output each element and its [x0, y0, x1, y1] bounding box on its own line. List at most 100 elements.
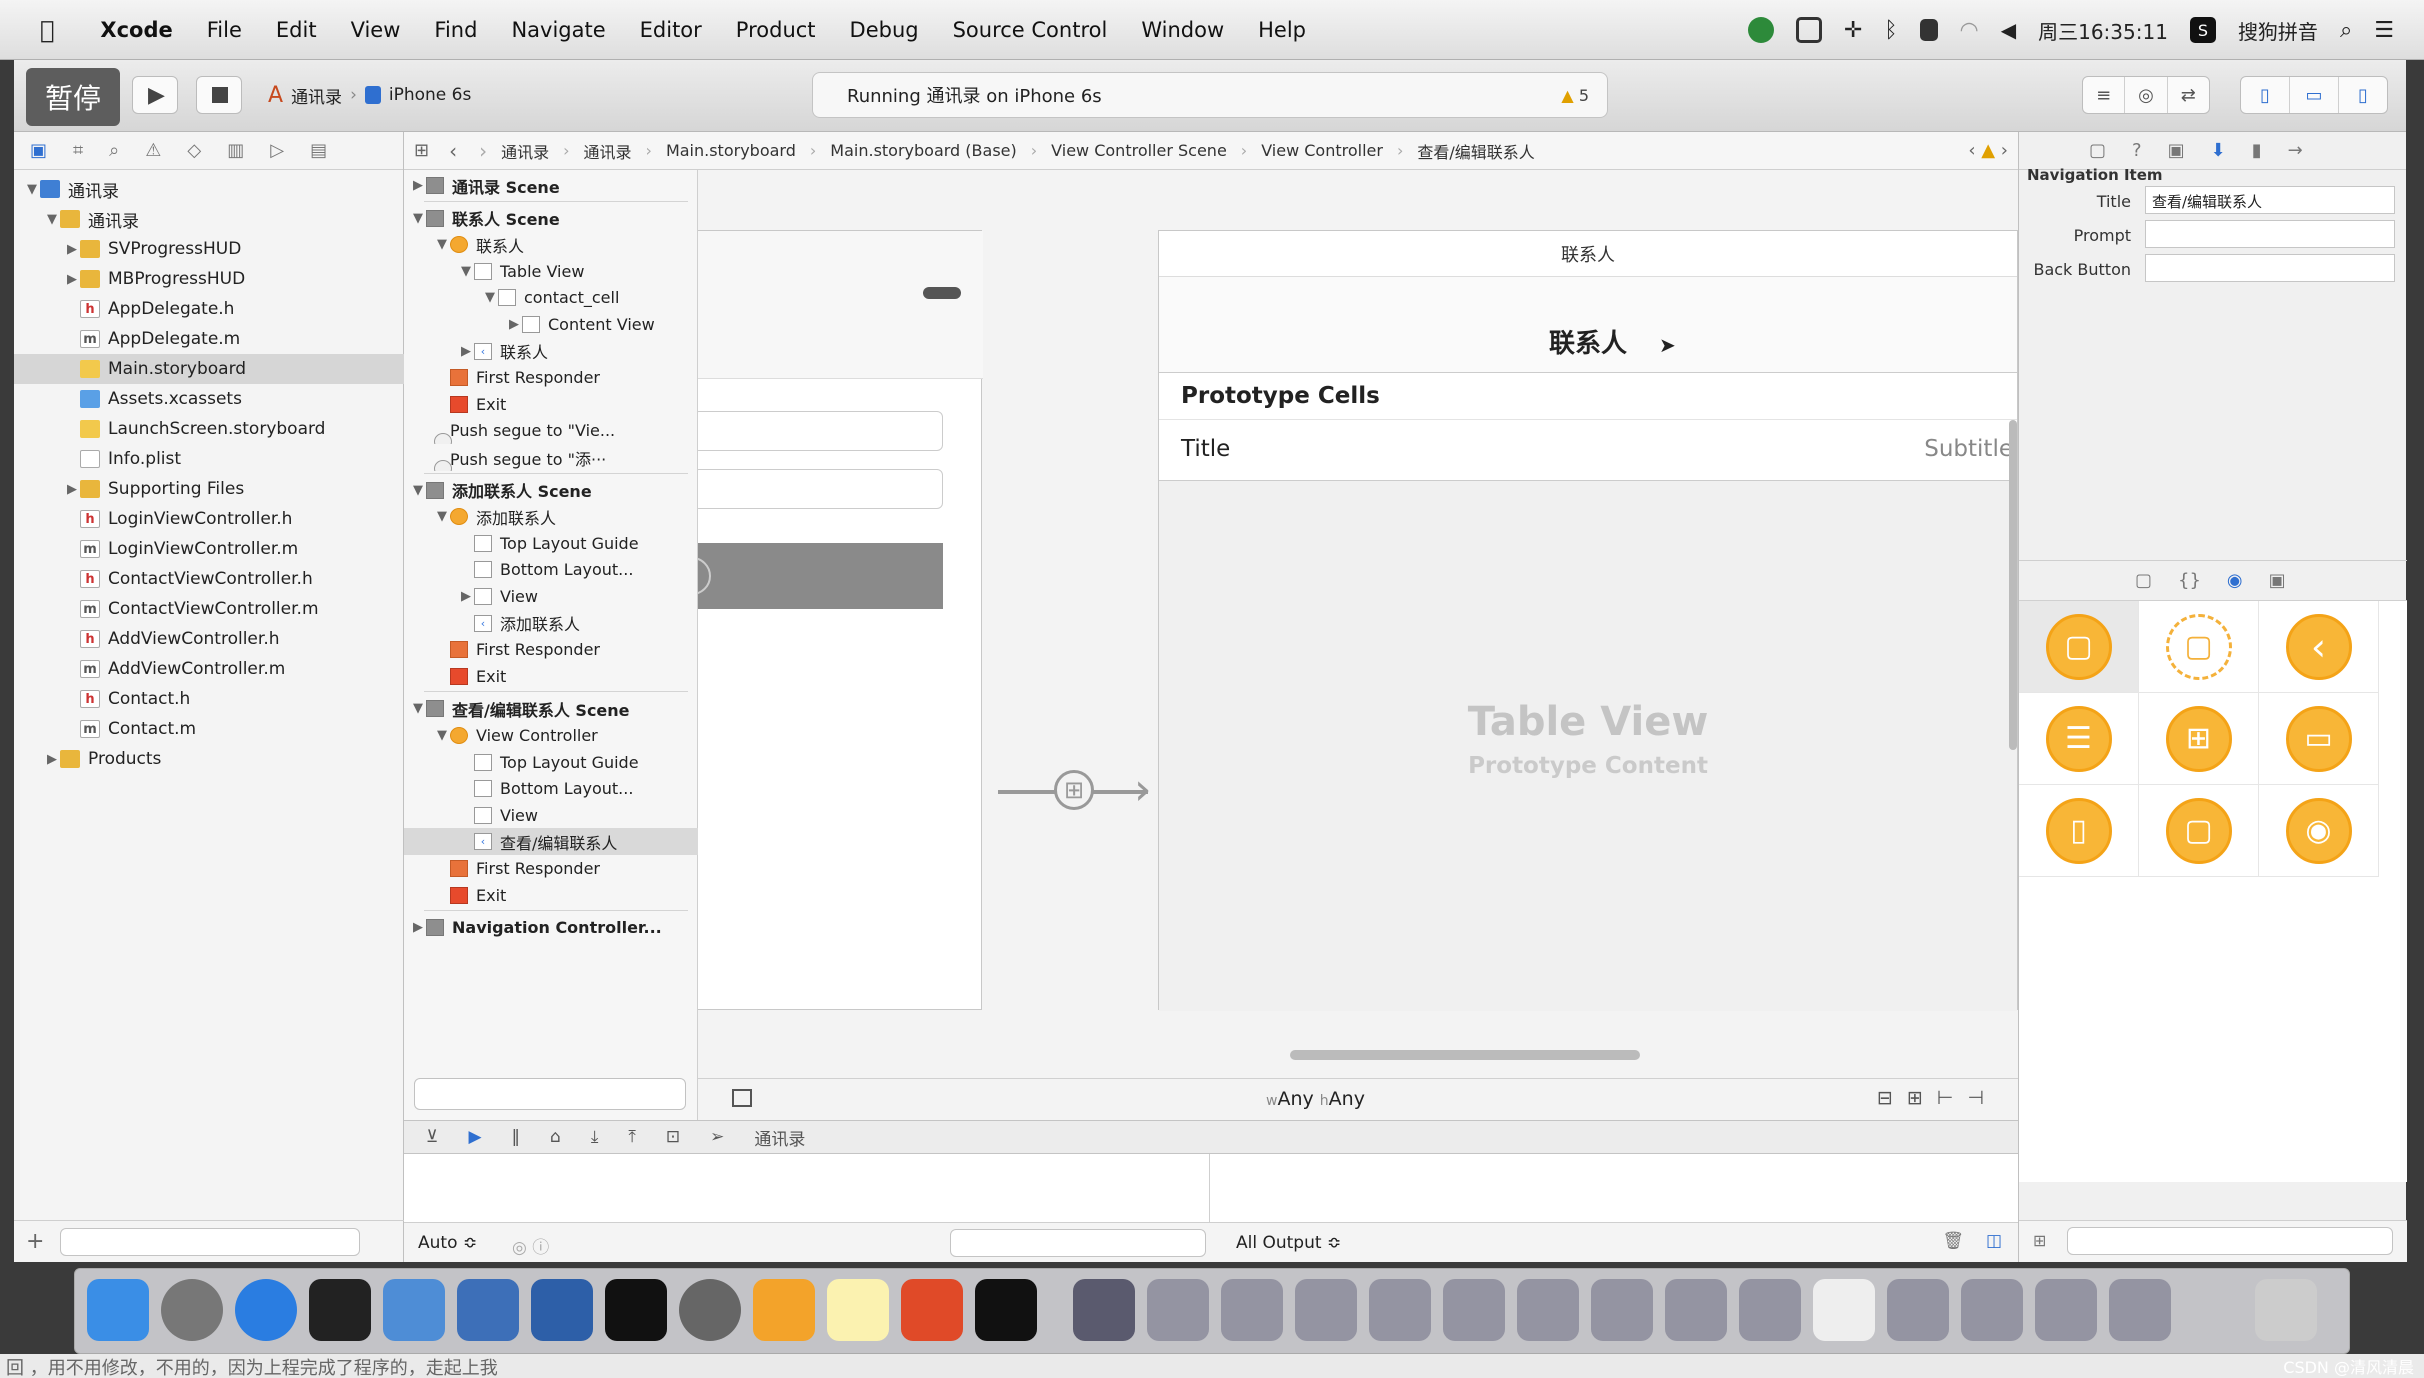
finder-icon[interactable]	[87, 1279, 149, 1341]
outline-item[interactable]: First Responder	[404, 636, 698, 663]
outline-item[interactable]: ▼ 联系人 Scene	[404, 205, 698, 232]
disclosure-icon[interactable]: ▼	[434, 237, 450, 252]
status-app-icon[interactable]	[1747, 17, 1774, 43]
lib-collection-view-controller[interactable]: ⊞	[2139, 693, 2259, 785]
volume-icon[interactable]: ◀	[2001, 18, 2016, 42]
align-icon[interactable]: ⊞	[1907, 1087, 1937, 1109]
auto-scope-select[interactable]: Auto ≎	[418, 1233, 477, 1253]
navigator-item[interactable]: ▶ SVProgressHUD	[14, 234, 404, 264]
debug-navigator-icon[interactable]: ▥	[227, 140, 244, 161]
project-navigator-icon[interactable]: ▣	[30, 140, 47, 161]
step-out-icon[interactable]: ⤒	[628, 1127, 636, 1147]
find-navigator-icon[interactable]: ⌕	[109, 140, 119, 161]
grid-view-icon[interactable]: ⊞	[2033, 1231, 2046, 1250]
outline-item[interactable]: Push segue to "添···	[404, 444, 698, 471]
inspector-field-input[interactable]	[2145, 220, 2395, 248]
navigator-item[interactable]: h LoginViewController.h	[14, 504, 404, 534]
disclosure-icon[interactable]: ▶	[458, 344, 474, 359]
disclosure-icon[interactable]: ▶	[506, 317, 522, 332]
attributes-inspector-icon[interactable]: ⬇	[2211, 140, 2226, 161]
identity-inspector-icon[interactable]: ▣	[2168, 140, 2185, 161]
navigator-item[interactable]: LaunchScreen.storyboard	[14, 414, 404, 444]
window-thumbnail-icon[interactable]	[1295, 1279, 1357, 1341]
step-into-icon[interactable]: ⤓	[591, 1127, 599, 1147]
outline-item[interactable]: View	[404, 802, 698, 829]
code-snippet-icon[interactable]: {}	[2178, 570, 2201, 591]
window-thumbnail-icon[interactable]	[1147, 1279, 1209, 1341]
bluetooth-icon[interactable]: ᛒ	[1884, 18, 1897, 43]
outline-item[interactable]: ▼ contact_cell	[404, 284, 698, 311]
plus-icon[interactable]: ✛	[1844, 18, 1862, 43]
console-output-select[interactable]: All Output ≎	[1236, 1233, 1341, 1253]
file-template-icon[interactable]: ▢	[2135, 570, 2152, 591]
navigator-filter-input[interactable]	[60, 1227, 361, 1256]
window-thumbnail-icon[interactable]	[1961, 1279, 2023, 1341]
issue-navigator-icon[interactable]: ⚠	[145, 140, 161, 161]
outline-item[interactable]: Bottom Layout...	[404, 556, 698, 583]
navigator-item[interactable]: ▼ 通讯录	[14, 174, 404, 204]
test-navigator-icon[interactable]: ◇	[187, 140, 201, 161]
assistant-editor-icon[interactable]: ◎	[2125, 77, 2168, 113]
xcode-icon[interactable]	[457, 1279, 519, 1341]
outline-item[interactable]: ▼ Table View	[404, 258, 698, 285]
launchpad-icon[interactable]	[161, 1279, 223, 1341]
add-icon[interactable]: +	[26, 1229, 44, 1254]
presentation-app-icon[interactable]	[901, 1279, 963, 1341]
outline-item[interactable]: Exit	[404, 663, 698, 690]
nav-bar-title[interactable]: 联系人	[1159, 323, 2017, 360]
storyboard-canvas[interactable]: ⊞ › 联系人 联系人 ➤ Prototype Cells Title Subt…	[698, 170, 2018, 1120]
crumb-project[interactable]: 通讯录	[501, 139, 549, 163]
safari-icon[interactable]	[235, 1279, 297, 1341]
window-thumbnail-icon[interactable]	[1591, 1279, 1653, 1341]
outline-item[interactable]: ▶ Navigation Controller...	[404, 914, 698, 941]
disclosure-icon[interactable]: ▶	[410, 920, 426, 935]
step-over-icon[interactable]: ⌂	[550, 1127, 561, 1147]
stack-icon[interactable]: ⊟	[1877, 1087, 1907, 1109]
menu-view[interactable]: View	[351, 18, 401, 42]
navigator-item[interactable]: m LoginViewController.m	[14, 534, 404, 564]
outline-filter-input[interactable]	[414, 1078, 686, 1110]
crumb-file[interactable]: Main.storyboard	[666, 141, 796, 160]
menu-product[interactable]: Product	[736, 18, 816, 42]
window-thumbnail-icon[interactable]	[1887, 1279, 1949, 1341]
pin-icon[interactable]: ⊢	[1937, 1087, 1968, 1109]
navigator-item[interactable]: h AddViewController.h	[14, 624, 404, 654]
navigator-item[interactable]: m AddViewController.m	[14, 654, 404, 684]
terminal-icon[interactable]	[605, 1279, 667, 1341]
navigator-item[interactable]: Assets.xcassets	[14, 384, 404, 414]
inspector-field-input[interactable]	[2145, 254, 2395, 282]
navigator-item[interactable]: ▶ Supporting Files	[14, 474, 404, 504]
outline-item[interactable]: Exit	[404, 391, 698, 418]
pause-badge[interactable]: 暂停	[26, 68, 120, 126]
hide-debug-icon[interactable]: ⊻	[426, 1127, 438, 1147]
media-library-icon[interactable]: ▣	[2269, 570, 2286, 591]
sketch-icon[interactable]	[753, 1279, 815, 1341]
spotlight-search-icon[interactable]: ⌕	[2340, 18, 2352, 43]
view-debugger-icon[interactable]: ⊡	[666, 1127, 680, 1147]
library-filter-input[interactable]	[2067, 1227, 2393, 1255]
menu-source-control[interactable]: Source Control	[953, 18, 1108, 42]
navigator-item[interactable]: ▼ 通讯录	[14, 204, 404, 234]
lib-table-view-controller[interactable]: ☰	[2019, 693, 2139, 785]
quick-help-icon[interactable]: ?	[2132, 140, 2142, 161]
back-arrow-icon[interactable]: ‹	[449, 139, 457, 163]
lib-navigation-controller[interactable]: ‹	[2259, 601, 2379, 693]
crumb-scene[interactable]: View Controller Scene	[1051, 141, 1227, 160]
lib-view-controller[interactable]: ▢	[2019, 601, 2139, 693]
symbol-navigator-icon[interactable]: ⌗	[73, 140, 83, 161]
breakpoint-navigator-icon[interactable]: ▷	[270, 140, 284, 161]
outline-item[interactable]: ▼ View Controller	[404, 722, 698, 749]
console-app-icon[interactable]	[975, 1279, 1037, 1341]
window-thumbnail-icon[interactable]	[2035, 1279, 2097, 1341]
disclosure-icon[interactable]: ▼	[410, 701, 426, 716]
crumb-localization[interactable]: Main.storyboard (Base)	[830, 141, 1016, 160]
inspector-field-input[interactable]: 查看/编辑联系人	[2145, 186, 2395, 214]
outline-item[interactable]: Exit	[404, 882, 698, 909]
disclosure-icon[interactable]: ▶	[64, 272, 80, 287]
disclosure-icon[interactable]: ▼	[434, 728, 450, 743]
lib-tab-bar-controller[interactable]: ▭	[2259, 693, 2379, 785]
issue-nav-arrows[interactable]: ‹ ▲ ›	[1968, 140, 2008, 161]
navigator-item[interactable]: ▶ Products	[14, 744, 404, 774]
outline-item[interactable]: ▼ 添加联系人 Scene	[404, 477, 698, 504]
text-field-2[interactable]	[698, 469, 943, 509]
